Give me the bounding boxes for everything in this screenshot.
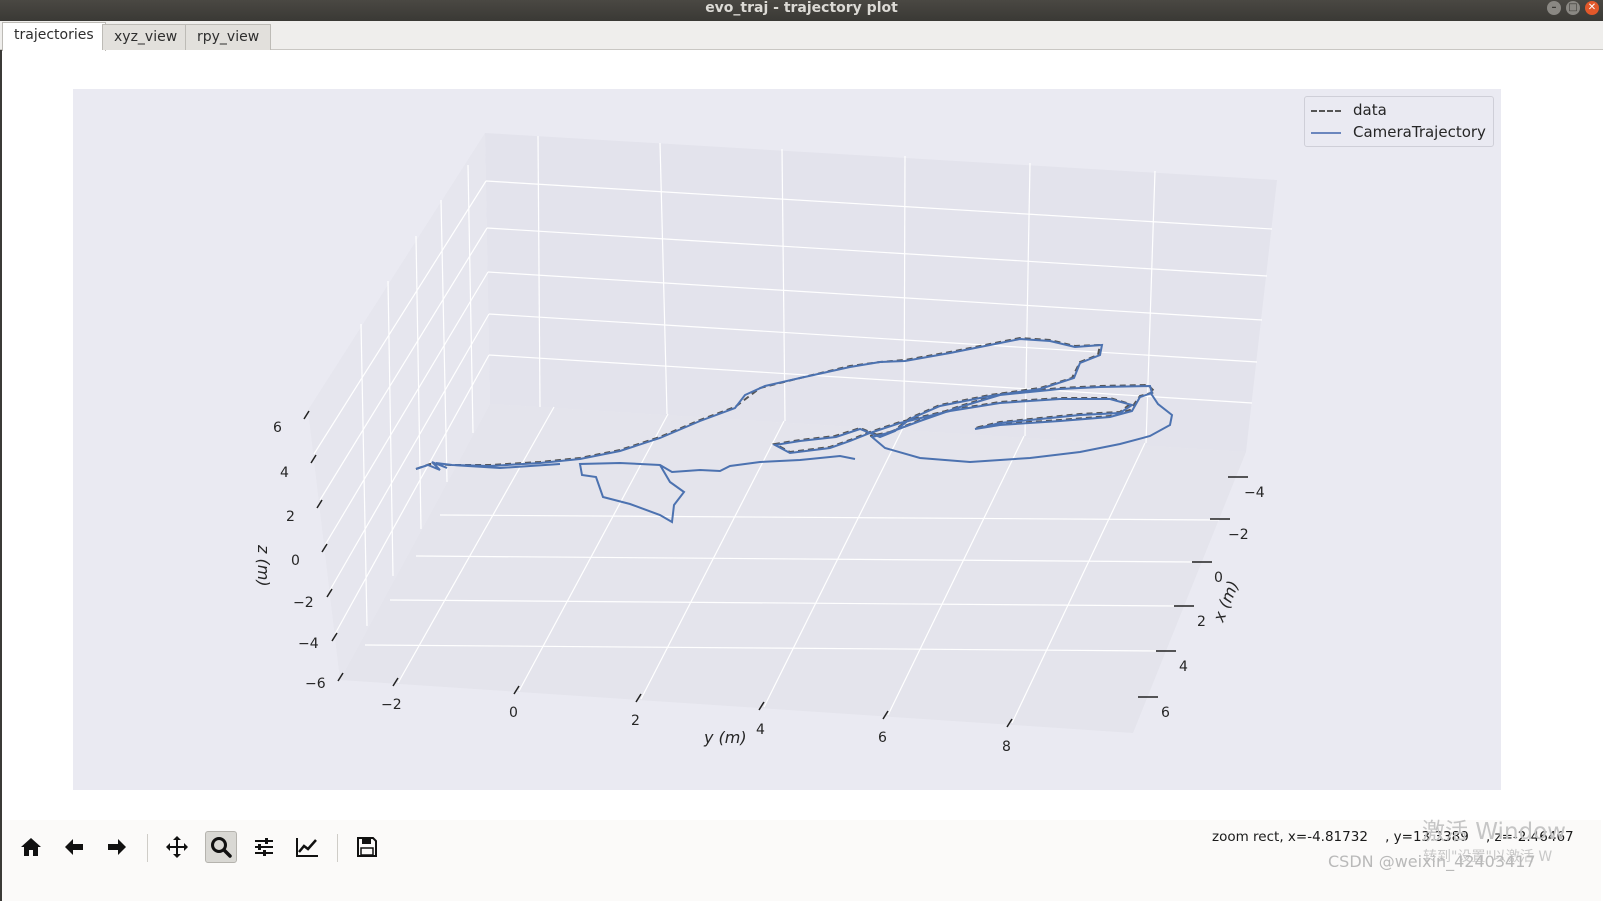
x-tick-label: 4 (1179, 659, 1188, 675)
y-tick-label: 6 (878, 730, 887, 746)
legend: data CameraTrajectory (1304, 96, 1494, 147)
configure-subplots-button[interactable] (248, 831, 280, 863)
x-tick-label: 2 (1197, 614, 1206, 630)
legend-label: CameraTrajectory (1353, 123, 1486, 141)
legend-label: data (1353, 101, 1387, 119)
zoom-icon (211, 837, 232, 858)
chart-line-icon (296, 838, 318, 857)
save-button[interactable] (351, 831, 383, 863)
legend-dashed-line-swatch (1311, 110, 1341, 112)
arrow-right-icon (108, 839, 126, 855)
z-axis-label: z (m) (254, 544, 273, 587)
toolbar-separator (337, 834, 338, 862)
save-icon (357, 837, 377, 857)
edit-axis-button[interactable] (291, 831, 323, 863)
y-tick-label: 2 (631, 713, 640, 729)
y-tick-label: 4 (756, 722, 765, 738)
home-button[interactable] (15, 831, 47, 863)
sliders-icon (255, 838, 273, 856)
zoom-button[interactable] (205, 831, 237, 863)
z-tick-label: 6 (273, 420, 282, 436)
z-tick-label: 2 (286, 509, 295, 525)
z-tick-label: −6 (305, 676, 326, 692)
toolbar-separator (147, 834, 148, 862)
y-tick-label: −2 (381, 697, 402, 713)
activation-watermark: 激活 Window (1422, 819, 1566, 845)
home-icon (21, 838, 41, 856)
x-tick-label: 0 (1214, 570, 1223, 586)
move-icon (166, 836, 188, 858)
legend-entry-data: data (1305, 99, 1493, 121)
legend-solid-line-swatch (1311, 132, 1341, 134)
x-tick-label: 6 (1161, 705, 1170, 721)
arrow-left-icon (65, 839, 83, 855)
back-button[interactable] (58, 831, 90, 863)
z-tick-label: −2 (293, 595, 314, 611)
legend-entry-camera-trajectory: CameraTrajectory (1305, 121, 1493, 143)
z-tick-label: 4 (280, 465, 289, 481)
x-tick-label: −2 (1228, 527, 1249, 543)
y-tick-label: 8 (1002, 739, 1011, 755)
csdn-watermark: CSDN @weixin_42403417 (1328, 852, 1536, 871)
y-tick-label: 0 (509, 705, 518, 721)
z-tick-label: 0 (291, 553, 300, 569)
y-axis-label: y (m) (703, 728, 747, 747)
x-tick-label: −4 (1244, 485, 1265, 501)
z-tick-label: −4 (298, 636, 319, 652)
forward-button[interactable] (101, 831, 133, 863)
pan-button[interactable] (161, 831, 193, 863)
